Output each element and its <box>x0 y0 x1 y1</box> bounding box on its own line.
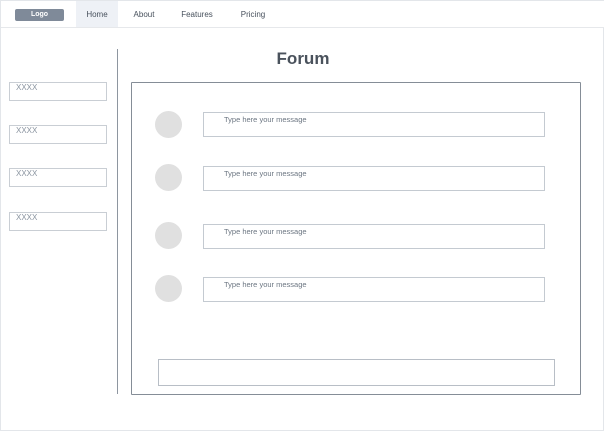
avatar <box>155 222 182 249</box>
sidebar-divider <box>117 49 118 394</box>
sidebar-item-label: XXXX <box>16 126 38 135</box>
compose-input[interactable] <box>158 359 555 386</box>
message-placeholder: Type here your message <box>224 169 307 178</box>
page-title: Forum <box>276 49 330 68</box>
nav-pricing[interactable]: Pricing <box>233 1 273 27</box>
sidebar-item-label: XXXX <box>16 169 38 178</box>
avatar <box>155 111 182 138</box>
sidebar-item-label: XXXX <box>16 83 38 92</box>
nav-features[interactable]: Features <box>174 1 220 27</box>
avatar <box>155 275 182 302</box>
message-field[interactable]: Type here your message <box>203 166 545 191</box>
message-field[interactable]: Type here your message <box>203 224 545 249</box>
sidebar-item-4[interactable]: XXXX <box>9 212 107 231</box>
top-navigation: Logo Home About Features Pricing <box>1 1 604 28</box>
sidebar-item-3[interactable]: XXXX <box>9 168 107 187</box>
message-placeholder: Type here your message <box>224 115 307 124</box>
message-field[interactable]: Type here your message <box>203 112 545 137</box>
sidebar-item-1[interactable]: XXXX <box>9 82 107 101</box>
message-placeholder: Type here your message <box>224 227 307 236</box>
logo[interactable]: Logo <box>15 9 64 21</box>
nav-about[interactable]: About <box>125 1 163 27</box>
sidebar-item-2[interactable]: XXXX <box>9 125 107 144</box>
nav-home[interactable]: Home <box>76 1 118 27</box>
message-field[interactable]: Type here your message <box>203 277 545 302</box>
message-placeholder: Type here your message <box>224 280 307 289</box>
page-frame: Logo Home About Features Pricing XXXX XX… <box>0 0 604 431</box>
avatar <box>155 164 182 191</box>
sidebar-item-label: XXXX <box>16 213 38 222</box>
